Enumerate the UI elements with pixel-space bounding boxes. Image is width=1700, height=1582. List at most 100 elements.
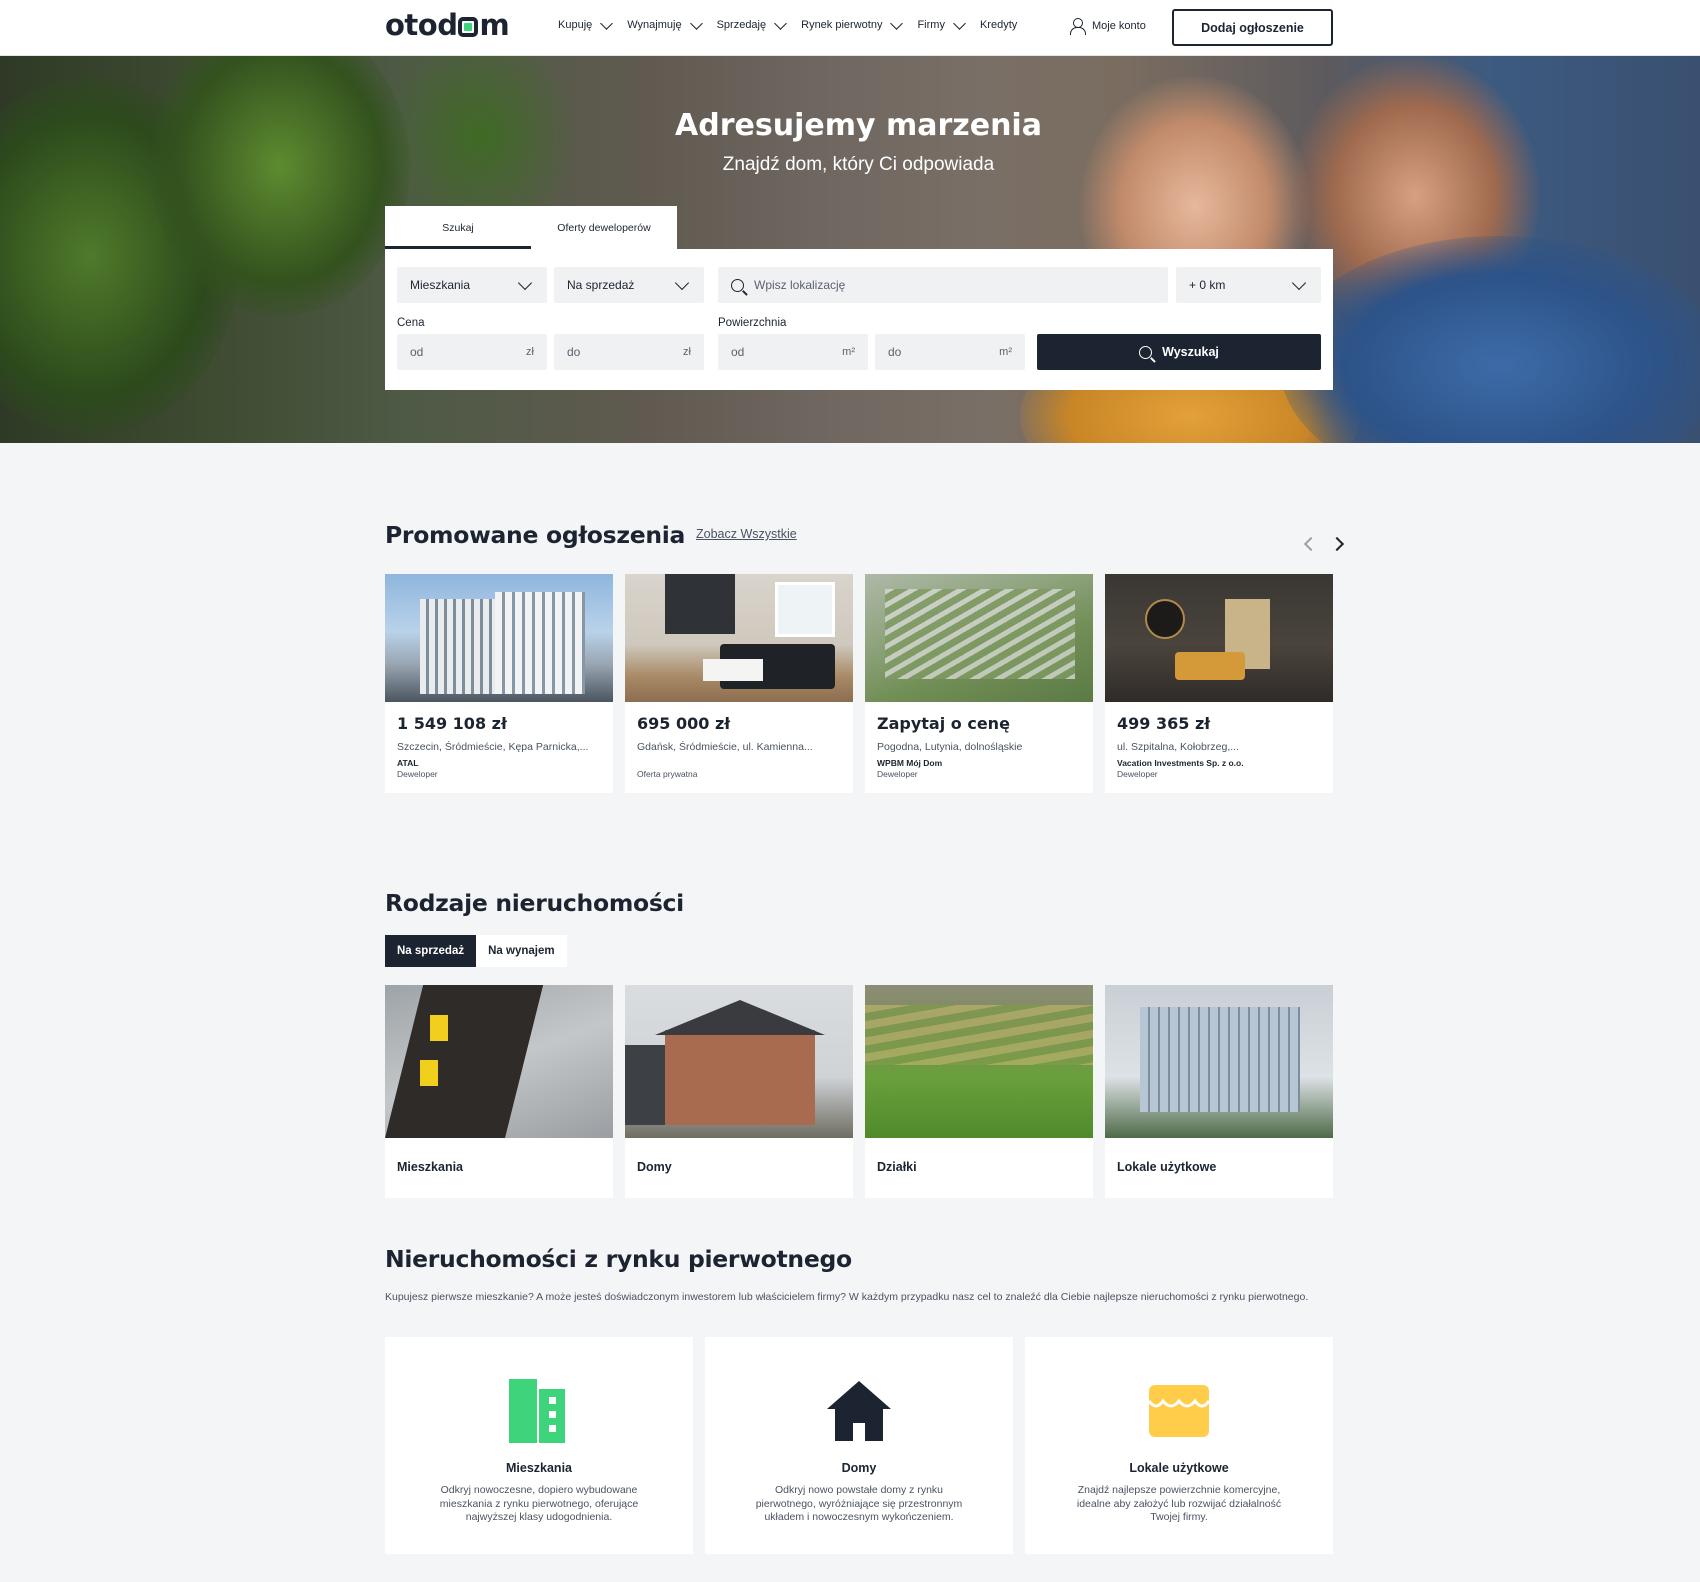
nav-label: Wynajmuję [627, 19, 682, 31]
radius-value: + 0 km [1189, 278, 1226, 292]
listing-agency: WPBM Mój Dom [877, 758, 943, 768]
radius-select[interactable]: + 0 km [1176, 267, 1321, 303]
listing-card[interactable]: Zapytaj o cenę Pogodna, Lutynia, dolnośl… [865, 574, 1093, 793]
nav-item-rynek-pierwotny[interactable]: Rynek pierwotny [799, 16, 909, 31]
apartment-photo [385, 985, 613, 1138]
market-card-lokale[interactable]: Lokale użytkowe Znajdź najlepsze powierz… [1025, 1337, 1333, 1554]
property-types-title: Rodzaje nieruchomości [385, 889, 684, 917]
nav-label: Firmy [917, 19, 945, 31]
logo-text-start: otod [385, 8, 458, 42]
listing-location: ul. Szpitalna, Kołobrzeg,... [1117, 741, 1239, 753]
area-unit: m² [842, 346, 855, 358]
area-to-placeholder: do [888, 345, 902, 359]
listing-advertiser-type: Deweloper [877, 769, 918, 779]
nav-item-sprzedaje[interactable]: Sprzedaję [715, 16, 794, 31]
location-placeholder: Wpisz lokalizację [754, 278, 846, 292]
market-card-mieszkania[interactable]: Mieszkania Odkryj nowoczesne, dopiero wy… [385, 1337, 693, 1554]
carousel-arrows [1302, 536, 1346, 552]
tab-na-sprzedaz[interactable]: Na sprzedaż [385, 935, 477, 967]
property-type-label: Domy [637, 1160, 672, 1174]
main-nav: Kupuję Wynajmuję Sprzedaję Rynek pierwot… [556, 16, 1019, 31]
see-all-link[interactable]: Zobacz Wszystkie [696, 527, 797, 541]
building-icon [509, 1379, 565, 1443]
chevron-down-icon [953, 16, 966, 30]
listing-location: Szczecin, Śródmieście, Kępa Parnicka,... [397, 741, 589, 753]
tab-oferty-deweloperow[interactable]: Oferty deweloperów [531, 206, 677, 249]
price-from-placeholder: od [410, 345, 424, 359]
price-to-input[interactable]: do zł [554, 334, 704, 370]
listing-price: Zapytaj o cenę [877, 714, 1010, 733]
listing-location: Gdańsk, Śródmieście, ul. Kamienna... [637, 741, 813, 753]
area-from-input[interactable]: od m² [718, 334, 868, 370]
property-type-card[interactable]: Mieszkania [385, 985, 613, 1198]
nav-label: Sprzedaję [716, 19, 767, 31]
otodom-logo[interactable]: otod m [385, 8, 510, 42]
price-from-input[interactable]: od zł [397, 334, 547, 370]
market-card-title: Domy [841, 1461, 877, 1475]
market-card-text: Odkryj nowo powstałe domy z rynku pierwo… [755, 1484, 963, 1523]
tab-szukaj[interactable]: Szukaj [385, 206, 531, 249]
chevron-down-icon [890, 16, 904, 30]
property-type-card[interactable]: Domy [625, 985, 853, 1198]
primary-market-description: Kupujesz pierwsze mieszkanie? A może jes… [385, 1291, 1309, 1303]
hero-title: Adresujemy marzenia [675, 108, 1042, 143]
office-photo [1105, 985, 1333, 1138]
listing-card[interactable]: 499 365 zł ul. Szpitalna, Kołobrzeg,... … [1105, 574, 1333, 793]
property-type-select[interactable]: Mieszkania [397, 267, 547, 303]
listing-advertiser-type: Oferta prywatna [637, 769, 698, 779]
nav-item-wynajmuje[interactable]: Wynajmuję [625, 16, 708, 31]
nav-item-kredyty[interactable]: Kredyty [978, 19, 1019, 31]
listing-location: Pogodna, Lutynia, dolnośląskie [877, 741, 1023, 753]
area-unit: m² [999, 346, 1012, 358]
chevron-down-icon [517, 275, 533, 291]
listing-photo [865, 574, 1093, 702]
listing-card[interactable]: 1 549 108 zł Szczecin, Śródmieście, Kępa… [385, 574, 613, 793]
listing-photo [385, 574, 613, 702]
house-icon [827, 1381, 891, 1441]
listing-photo [1105, 574, 1333, 702]
search-tabs: Szukaj Oferty deweloperów [385, 206, 677, 249]
logo-house-icon [458, 17, 479, 37]
user-icon [1070, 18, 1086, 35]
transaction-select[interactable]: Na sprzedaż [554, 267, 704, 303]
tab-na-wynajem[interactable]: Na wynajem [476, 935, 567, 967]
price-unit: zł [526, 346, 534, 358]
chevron-down-icon [689, 16, 703, 30]
listing-price: 1 549 108 zł [397, 714, 507, 733]
listing-agency: ATAL [397, 758, 419, 768]
nav-item-firmy[interactable]: Firmy [915, 16, 972, 31]
site-header: otod m Kupuję Wynajmuję Sprzedaję Rynek p… [0, 0, 1700, 56]
chevron-right-icon[interactable] [1329, 536, 1345, 552]
search-button[interactable]: Wyszukaj [1037, 334, 1321, 370]
price-label: Cena [397, 317, 425, 329]
search-icon [731, 278, 744, 292]
chevron-down-icon [674, 275, 690, 291]
nav-label: Rynek pierwotny [801, 19, 883, 31]
nav-label: Kupuję [558, 19, 593, 31]
market-card-title: Lokale użytkowe [1129, 1461, 1229, 1475]
house-photo [625, 985, 853, 1138]
transaction-value: Na sprzedaż [567, 278, 635, 292]
property-type-card[interactable]: Działki [865, 985, 1093, 1198]
nav-label: Kredyty [979, 19, 1018, 31]
price-unit: zł [683, 346, 691, 358]
property-type-label: Mieszkania [397, 1160, 464, 1174]
area-to-input[interactable]: do m² [875, 334, 1025, 370]
property-types-tabs: Na sprzedaż Na wynajem [385, 935, 567, 967]
location-input[interactable]: Wpisz lokalizację [718, 267, 1168, 303]
land-photo [865, 985, 1093, 1138]
listing-advertiser-type: Deweloper [1117, 769, 1158, 779]
shop-icon [1147, 1385, 1211, 1437]
add-listing-button[interactable]: Dodaj ogłoszenie [1172, 9, 1333, 46]
chevron-down-icon [774, 16, 787, 30]
chevron-down-icon [1291, 275, 1307, 291]
market-card-domy[interactable]: Domy Odkryj nowo powstałe domy z rynku p… [705, 1337, 1013, 1554]
account-link[interactable]: Moje konto [1070, 18, 1146, 35]
chevron-down-icon [600, 16, 614, 30]
listing-card[interactable]: 695 000 zł Gdańsk, Śródmieście, ul. Kami… [625, 574, 853, 793]
nav-item-kupuje[interactable]: Kupuję [556, 16, 619, 31]
listing-price: 695 000 zł [637, 714, 731, 733]
property-type-card[interactable]: Lokale użytkowe [1105, 985, 1333, 1198]
primary-market-title: Nieruchomości z rynku pierwotnego [385, 1245, 852, 1273]
chevron-left-icon[interactable] [1303, 536, 1319, 552]
